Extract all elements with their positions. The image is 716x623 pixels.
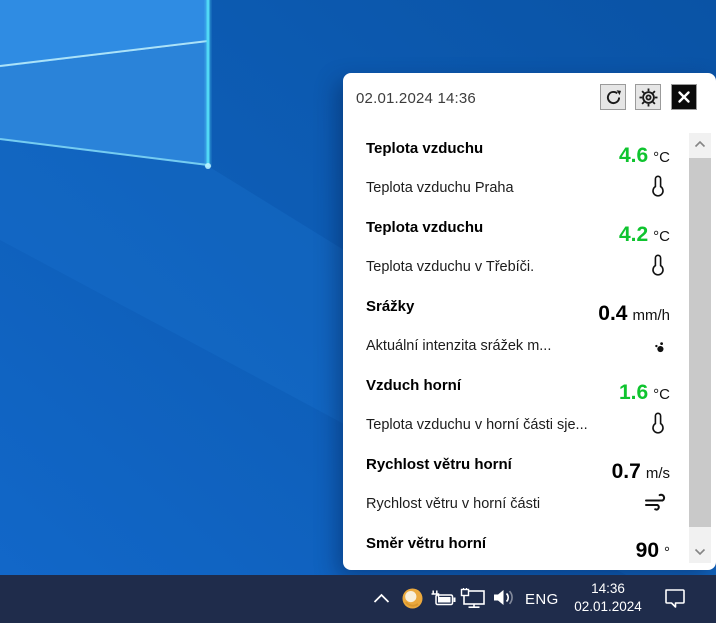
sensor-unit: °C (653, 149, 670, 166)
chevron-up-icon (694, 140, 706, 148)
sensor-value: 90 (636, 539, 659, 562)
sensor-unit: ° (664, 544, 670, 561)
scrollbar-up-button[interactable] (689, 133, 711, 155)
raindrops-icon (650, 333, 670, 355)
sensor-value: 1.6 (619, 381, 648, 404)
action-center-icon (663, 588, 687, 609)
sensor-title: Vzduch horní (366, 377, 461, 394)
chevron-up-icon (373, 593, 390, 604)
ethernet-icon[interactable] (460, 588, 487, 609)
thermometer-icon (646, 173, 670, 199)
sensor-unit: °C (653, 386, 670, 403)
sensor-subtitle: Teplota vzduchu v Třebíči. (366, 259, 534, 275)
sensor-unit: m/s (646, 465, 670, 482)
sensor-value: 4.6 (619, 144, 648, 167)
sensor-title: Srážky (366, 298, 414, 315)
sensor-subtitle: Teplota vzduchu Praha (366, 180, 514, 196)
sensor-row[interactable]: Rychlost větru horní 0.7 m/s Rychlost vět… (366, 456, 670, 535)
sensor-subtitle: Rychlost větru v horní části (366, 496, 540, 512)
sensor-title: Teplota vzduchu (366, 140, 483, 157)
sensor-row[interactable]: Srážky 0.4 mm/h Aktuální intenzita srážek… (366, 298, 670, 377)
sensor-row[interactable]: Teplota vzduchu 4.6 °C Teplota vzduchu Pr… (366, 140, 670, 219)
taskbar-time: 14:36 (563, 580, 653, 598)
sensor-value: 0.7 (612, 460, 641, 483)
taskbar-date: 02.01.2024 (563, 598, 653, 616)
sensor-value: 4.2 (619, 223, 648, 246)
refresh-button[interactable] (600, 84, 626, 110)
taskbar-clock[interactable]: 14:36 02.01.2024 (563, 580, 653, 616)
sensor-list: Teplota vzduchu 4.6 °C Teplota vzduchu Pr… (366, 140, 670, 614)
close-icon (676, 89, 692, 105)
sensor-row[interactable]: Teplota vzduchu 4.2 °C Teplota vzduchu v … (366, 219, 670, 298)
taskbar: ENG 14:36 02.01.2024 (0, 575, 716, 623)
popup-datetime: 02.01.2024 14:36 (356, 90, 476, 107)
weather-widget-popup: 02.01.2024 14:36 (343, 73, 716, 570)
wind-icon (644, 493, 670, 511)
speaker-icon[interactable] (492, 589, 518, 606)
show-hidden-icons-button[interactable] (373, 593, 390, 604)
thermometer-icon (646, 410, 670, 436)
sensor-title: Směr větru horní (366, 535, 486, 552)
thermometer-icon (646, 252, 670, 278)
language-indicator[interactable]: ENG (525, 575, 559, 623)
refresh-icon (605, 89, 622, 106)
chevron-down-icon (694, 548, 706, 556)
sensor-subtitle: Aktuální intenzita srážek m... (366, 338, 551, 354)
sensor-value: 0.4 (598, 302, 627, 325)
sensor-row[interactable]: Vzduch horní 1.6 °C Teplota vzduchu v hor… (366, 377, 670, 456)
sensor-unit: mm/h (633, 307, 671, 324)
gear-icon (639, 88, 658, 107)
settings-button[interactable] (635, 84, 661, 110)
battery-charging-icon[interactable] (430, 589, 457, 608)
sensor-title: Teplota vzduchu (366, 219, 483, 236)
scrollbar-track[interactable] (689, 133, 711, 563)
scrollbar-thumb[interactable] (689, 158, 711, 527)
close-button[interactable] (671, 84, 697, 110)
sensor-unit: °C (653, 228, 670, 245)
sensor-subtitle: Teplota vzduchu v horní části sje... (366, 417, 588, 433)
scrollbar-down-button[interactable] (689, 541, 711, 563)
app-ring-icon[interactable] (401, 587, 424, 610)
sensor-title: Rychlost větru horní (366, 456, 512, 473)
action-center-button[interactable] (663, 588, 687, 609)
